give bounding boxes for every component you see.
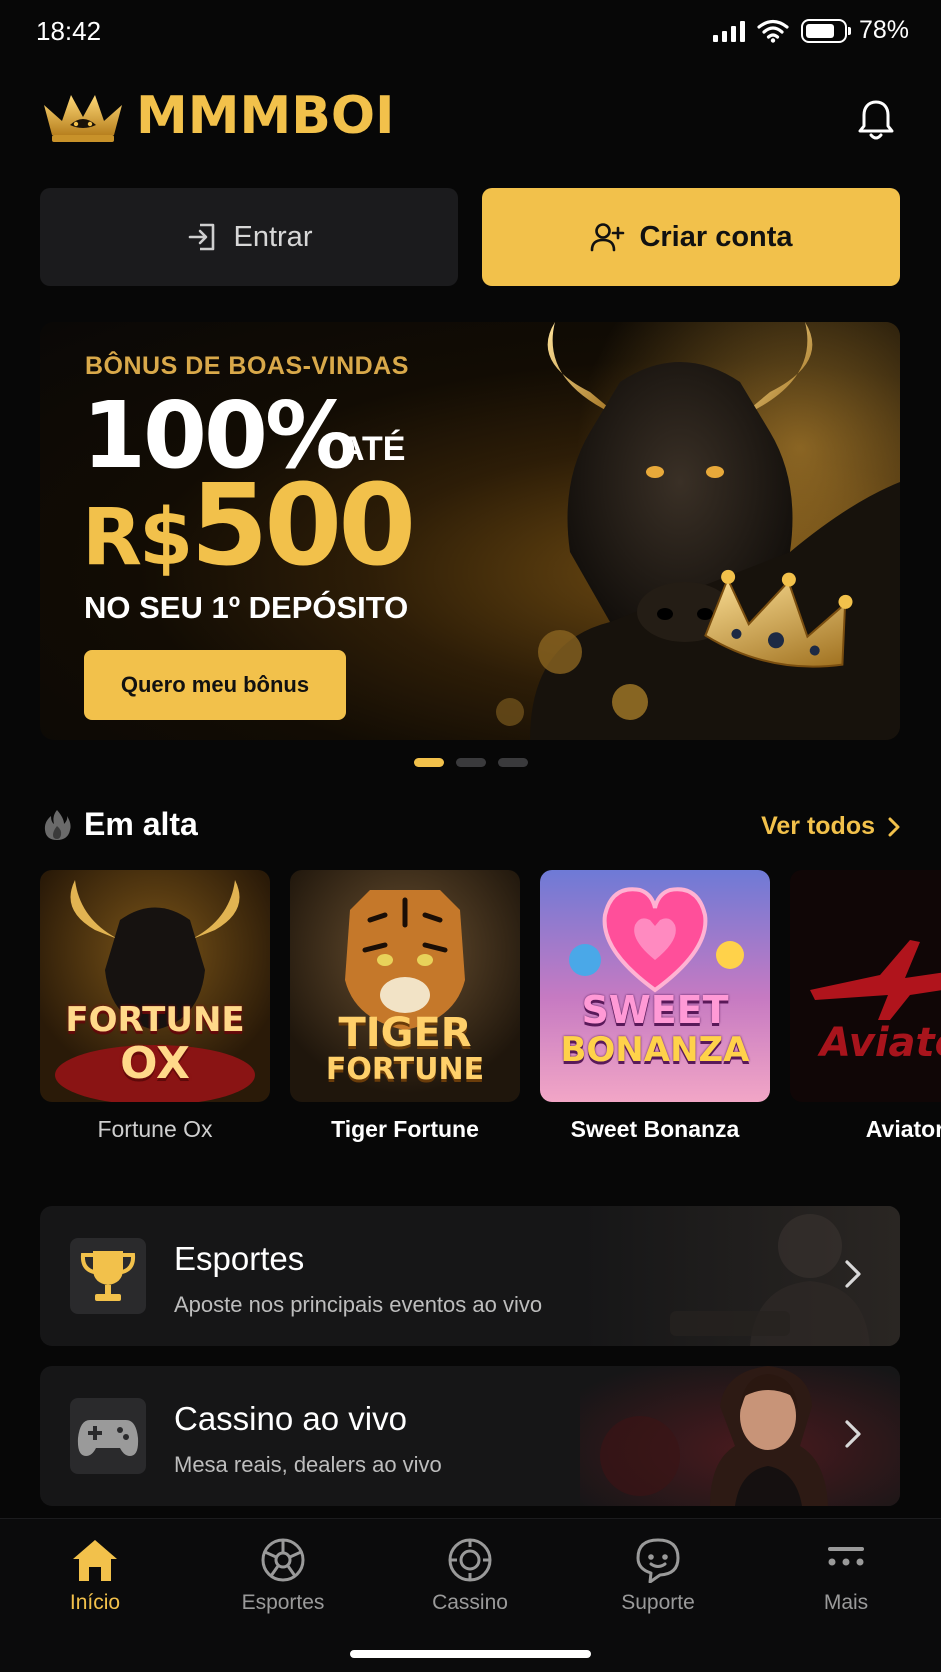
nav-item-casino[interactable]: Cassino: [400, 1537, 540, 1615]
nav-label: Esportes: [241, 1591, 325, 1614]
banner-subtitle: NO SEU 1º DEPÓSITO: [84, 590, 409, 625]
category-description: Aposte nos principais eventos ao vivo: [174, 1292, 543, 1317]
game-card-fortune-ox[interactable]: FORTUNE OX Fortune Ox: [40, 870, 270, 1143]
signal-icon: [712, 20, 745, 42]
auth-buttons: Entrar Criar conta: [40, 188, 900, 286]
chevron-right-icon: [888, 817, 900, 836]
game-art-subtitle: OX: [120, 1038, 190, 1089]
game-name: Sweet Bonanza: [570, 1116, 740, 1142]
chevron-right-icon: [845, 1260, 861, 1288]
category-description: Mesa reais, dealers ao vivo: [174, 1452, 442, 1477]
nav-label: Início: [69, 1591, 121, 1614]
carousel-dot[interactable]: [497, 758, 528, 767]
login-icon: [188, 223, 214, 251]
claim-bonus-button[interactable]: Quero meu bônus: [84, 650, 346, 720]
trophy-icon-tile: [70, 1238, 146, 1314]
crown-logo-icon: [44, 95, 122, 142]
add-user-icon: [591, 223, 625, 252]
app-header: MMMBOI: [40, 86, 900, 156]
login-label: Entrar: [233, 220, 313, 253]
trophy-icon: [80, 1251, 136, 1301]
flame-icon: [44, 809, 71, 840]
game-art-title: Aviato: [820, 1020, 941, 1066]
carousel-dots: [0, 758, 941, 767]
game-card-sweet-bonanza[interactable]: SWEET BONANZA Sweet Bonanza: [540, 870, 770, 1143]
home-icon: [73, 1540, 117, 1581]
category-title: Esportes: [174, 1240, 305, 1277]
brand-name: MMMBOI: [136, 86, 395, 146]
bottom-navigation: Início Esportes Cassino Suporte Mais: [0, 1518, 941, 1672]
menu-more-icon: [828, 1547, 864, 1566]
brand-logo[interactable]: MMMBOI: [40, 86, 900, 146]
nav-item-support[interactable]: Suporte: [588, 1537, 728, 1615]
create-account-label: Criar conta: [639, 220, 793, 253]
game-name: Fortune Ox: [97, 1116, 213, 1142]
gamepad-icon: [77, 1420, 139, 1456]
chat-support-icon: [636, 1538, 680, 1583]
login-button[interactable]: Entrar: [40, 188, 458, 286]
home-indicator[interactable]: [350, 1650, 591, 1658]
trending-section-title: Em alta: [42, 806, 198, 843]
game-art-title: TIGER: [338, 1010, 472, 1056]
game-art-title: SWEET: [581, 988, 729, 1032]
carousel-dot[interactable]: [413, 758, 444, 767]
nav-item-sports[interactable]: Esportes: [213, 1537, 353, 1615]
casino-chip-icon: [448, 1538, 492, 1582]
banner-currency: R$: [82, 493, 193, 583]
bell-icon[interactable]: [852, 96, 900, 144]
status-bar: 18:42 78%: [0, 0, 941, 64]
wifi-icon: [757, 19, 789, 43]
see-all-link[interactable]: Ver todos: [761, 812, 901, 841]
chevron-right-icon: [845, 1420, 861, 1448]
status-time: 18:42: [36, 16, 102, 46]
category-sports[interactable]: Esportes Aposte nos principais eventos a…: [40, 1206, 900, 1346]
category-title: Cassino ao vivo: [174, 1400, 407, 1437]
bull-crown-illustration: [496, 322, 900, 740]
battery-percent: 78%: [858, 16, 909, 44]
nav-label: Mais: [823, 1591, 869, 1614]
see-all-label: Ver todos: [761, 812, 875, 840]
game-art-title: FORTUNE: [65, 1000, 245, 1040]
carousel-dot[interactable]: [455, 758, 486, 767]
gamepad-icon-tile: [70, 1398, 146, 1474]
trending-games-carousel: FORTUNE OX Fortune Ox TIGER FORTUNE Tige…: [40, 870, 941, 1160]
game-name: Tiger Fortune: [331, 1116, 479, 1142]
promo-banner[interactable]: BÔNUS DE BOAS-VINDAS 100% ATÉ R$500 NO S…: [40, 322, 900, 740]
nav-item-home[interactable]: Início: [25, 1537, 165, 1615]
game-thumbnail: TIGER FORTUNE: [290, 870, 520, 1102]
game-thumbnail: Aviato: [790, 870, 941, 1102]
game-card-aviator[interactable]: Aviato Aviator: [790, 870, 941, 1143]
category-live-casino[interactable]: Cassino ao vivo Mesa reais, dealers ao v…: [40, 1366, 900, 1506]
banner-amount-value: 500: [190, 461, 416, 591]
game-art-subtitle: BONANZA: [560, 1030, 750, 1070]
game-thumbnail: FORTUNE OX: [40, 870, 270, 1102]
banner-amount: R$500: [82, 470, 416, 583]
battery-icon: [800, 18, 851, 43]
create-account-button[interactable]: Criar conta: [482, 188, 900, 286]
nav-label: Cassino: [432, 1591, 508, 1614]
nav-label: Suporte: [621, 1591, 695, 1614]
nav-item-more[interactable]: Mais: [776, 1537, 916, 1615]
soccer-ball-icon: [261, 1538, 305, 1582]
game-art-subtitle: FORTUNE: [325, 1052, 485, 1087]
game-card-tiger-fortune[interactable]: TIGER FORTUNE Tiger Fortune: [290, 870, 520, 1143]
banner-kicker: BÔNUS DE BOAS-VINDAS: [85, 352, 409, 380]
trending-title: Em alta: [84, 806, 198, 842]
game-name: Aviator: [865, 1116, 941, 1142]
game-thumbnail: SWEET BONANZA: [540, 870, 770, 1102]
